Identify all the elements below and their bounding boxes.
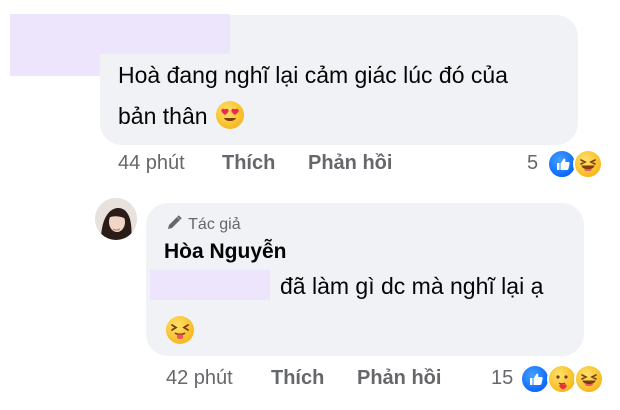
pen-icon [166,215,184,231]
author-badge: Tác giả [166,215,241,234]
care-icon [547,364,577,394]
comment-text-line-1: Hoà đang nghĩ lại cảm giác lúc đó của [118,62,508,88]
avatar[interactable] [95,198,137,240]
reply-author-name[interactable]: Hòa Nguyễn [164,240,287,264]
haha-icon [573,149,603,179]
comment-reaction-count: 5 [527,152,539,174]
like-icon [520,364,550,394]
comment-text-line-2: bản thân [118,100,244,132]
reply-like-button[interactable]: Thích [271,367,324,390]
heart-eyes-emoji-icon [215,101,244,129]
author-badge-label: Tác giả [188,216,241,233]
reply-reply-button[interactable]: Phản hồi [357,367,441,390]
comment-reply-button[interactable]: Phản hồi [308,152,392,175]
comment-time[interactable]: 44 phút [118,152,185,175]
reply-time[interactable]: 42 phút [166,367,233,390]
haha-icon [574,364,604,394]
tongue-out-squint-emoji-icon [166,316,194,344]
comment-like-button[interactable]: Thích [222,152,275,175]
redaction-mask-tag [150,270,270,300]
redaction-mask-name [100,14,230,54]
reply-text-line-1: đã làm gì dc mà nghĩ lại ạ [280,273,544,299]
reply-reaction-count: 15 [491,367,514,389]
comment-text-line-2-words: bản thân [118,103,208,129]
